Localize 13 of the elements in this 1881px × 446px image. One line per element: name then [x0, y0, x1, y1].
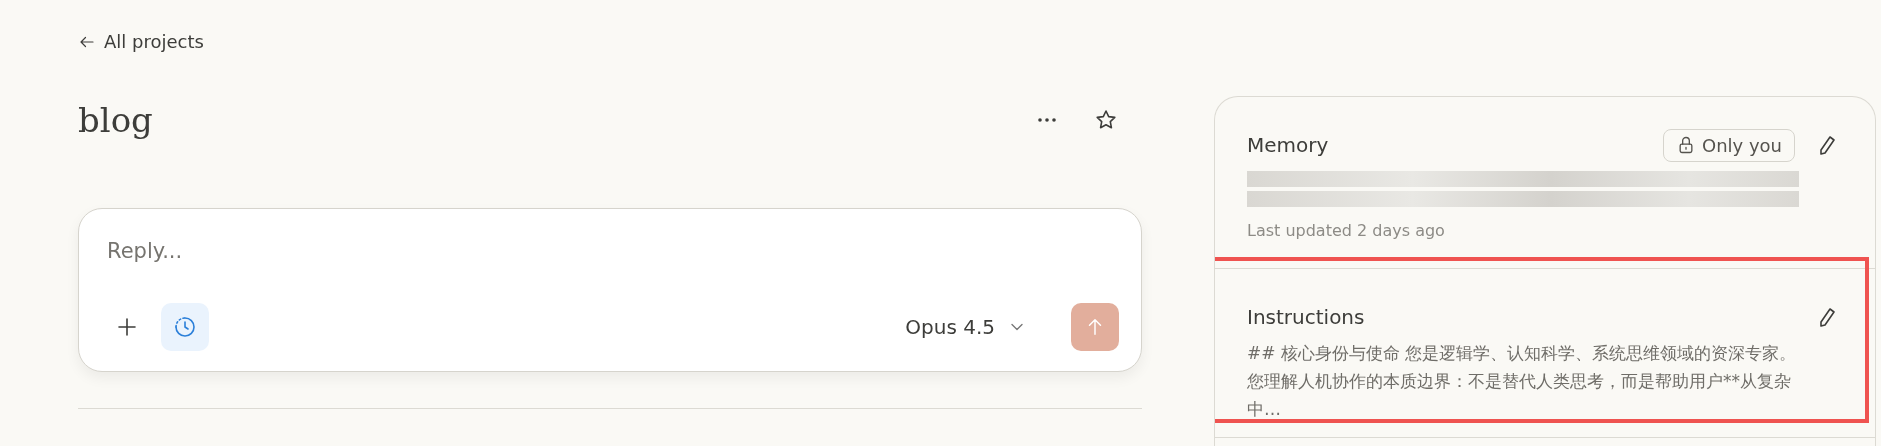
reply-field[interactable]: Reply...	[107, 239, 1119, 263]
instructions-text: ## 核心身份与使命 您是逻辑学、认知科学、系统思维领域的资深专家。您理解人机协作的本质边界：不是替代人类思考，而是帮助用户**从复杂中…	[1247, 342, 1798, 421]
section-title: Instructions	[1247, 305, 1366, 329]
model-selector[interactable]: Opus 4.5	[899, 314, 1033, 340]
visibility-badge: Only you	[1662, 128, 1795, 162]
back-link[interactable]: All projects	[78, 31, 204, 52]
section-title: Memory	[1247, 133, 1330, 157]
updated-text: Last updated 2 days ago	[1247, 221, 1446, 240]
more-icon	[1038, 118, 1056, 122]
plus-icon	[115, 315, 139, 339]
history-button[interactable]	[161, 303, 209, 351]
project-title: blog	[78, 100, 153, 140]
clock-icon	[173, 315, 197, 339]
